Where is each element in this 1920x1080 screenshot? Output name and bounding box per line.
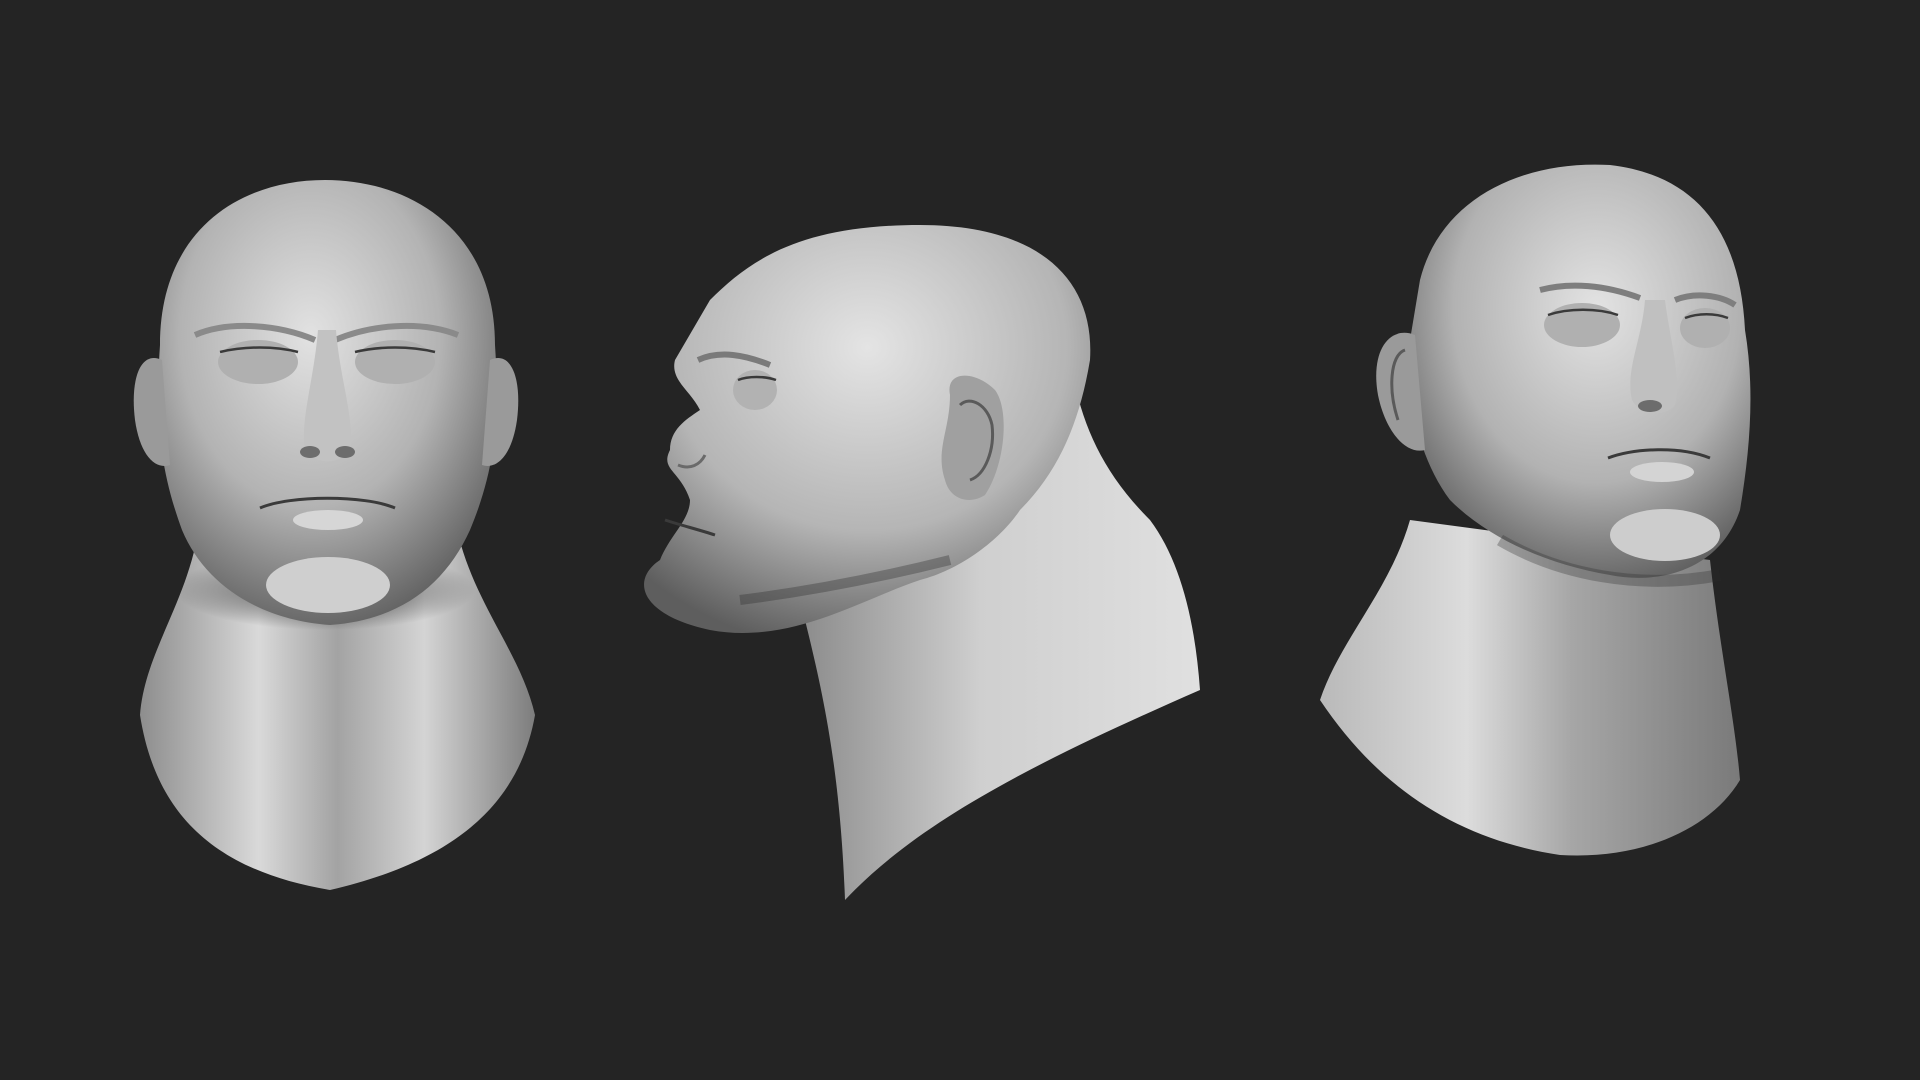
three-quarter-view-head-sculpt xyxy=(1310,0,1790,1080)
sculpt-turnaround-canvas xyxy=(0,0,1920,1080)
front-view-head-sculpt xyxy=(100,0,550,1080)
side-view-head-sculpt xyxy=(620,0,1220,1080)
